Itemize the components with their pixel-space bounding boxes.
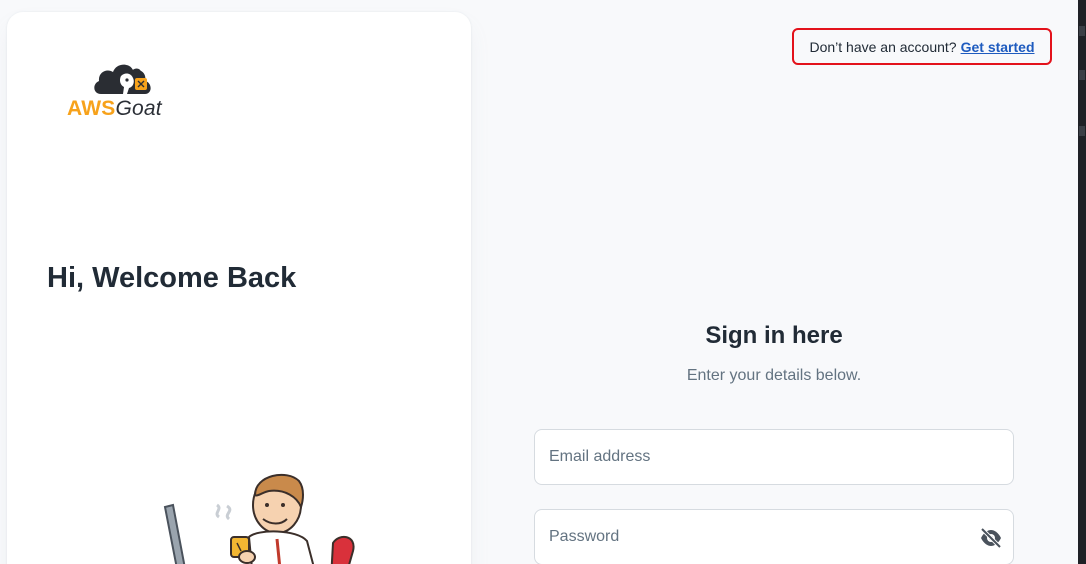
password-input[interactable] xyxy=(535,510,1013,564)
signup-prompt: Don’t have an account? Get started xyxy=(792,28,1052,65)
awsgoat-logo: AWSGoat xyxy=(67,60,187,132)
get-started-link[interactable]: Get started xyxy=(961,39,1035,55)
signin-title: Sign in here xyxy=(705,322,843,349)
goat-cloud-icon xyxy=(94,64,151,94)
welcome-panel: AWSGoat Hi, Welcome Back xyxy=(7,12,471,564)
logo-goat-text: Goat xyxy=(115,97,162,120)
edge-mark xyxy=(1079,26,1085,36)
edge-mark xyxy=(1079,70,1085,80)
email-field[interactable] xyxy=(534,429,1014,485)
developer-illustration xyxy=(163,473,355,564)
email-input[interactable] xyxy=(535,430,1013,484)
window-edge xyxy=(1078,0,1086,564)
signin-subtitle: Enter your details below. xyxy=(686,367,862,384)
welcome-heading: Hi, Welcome Back xyxy=(47,262,297,294)
signup-prompt-text: Don’t have an account? xyxy=(809,38,957,55)
logo-aws-text: AWS xyxy=(67,97,116,120)
logo-wordmark: AWSGoat xyxy=(67,97,162,121)
eye-off-icon[interactable] xyxy=(979,526,1003,550)
login-page: AWSGoat Hi, Welcome Back Don’t have an a… xyxy=(0,0,1086,564)
edge-mark xyxy=(1079,126,1085,136)
password-field[interactable] xyxy=(534,509,1014,564)
